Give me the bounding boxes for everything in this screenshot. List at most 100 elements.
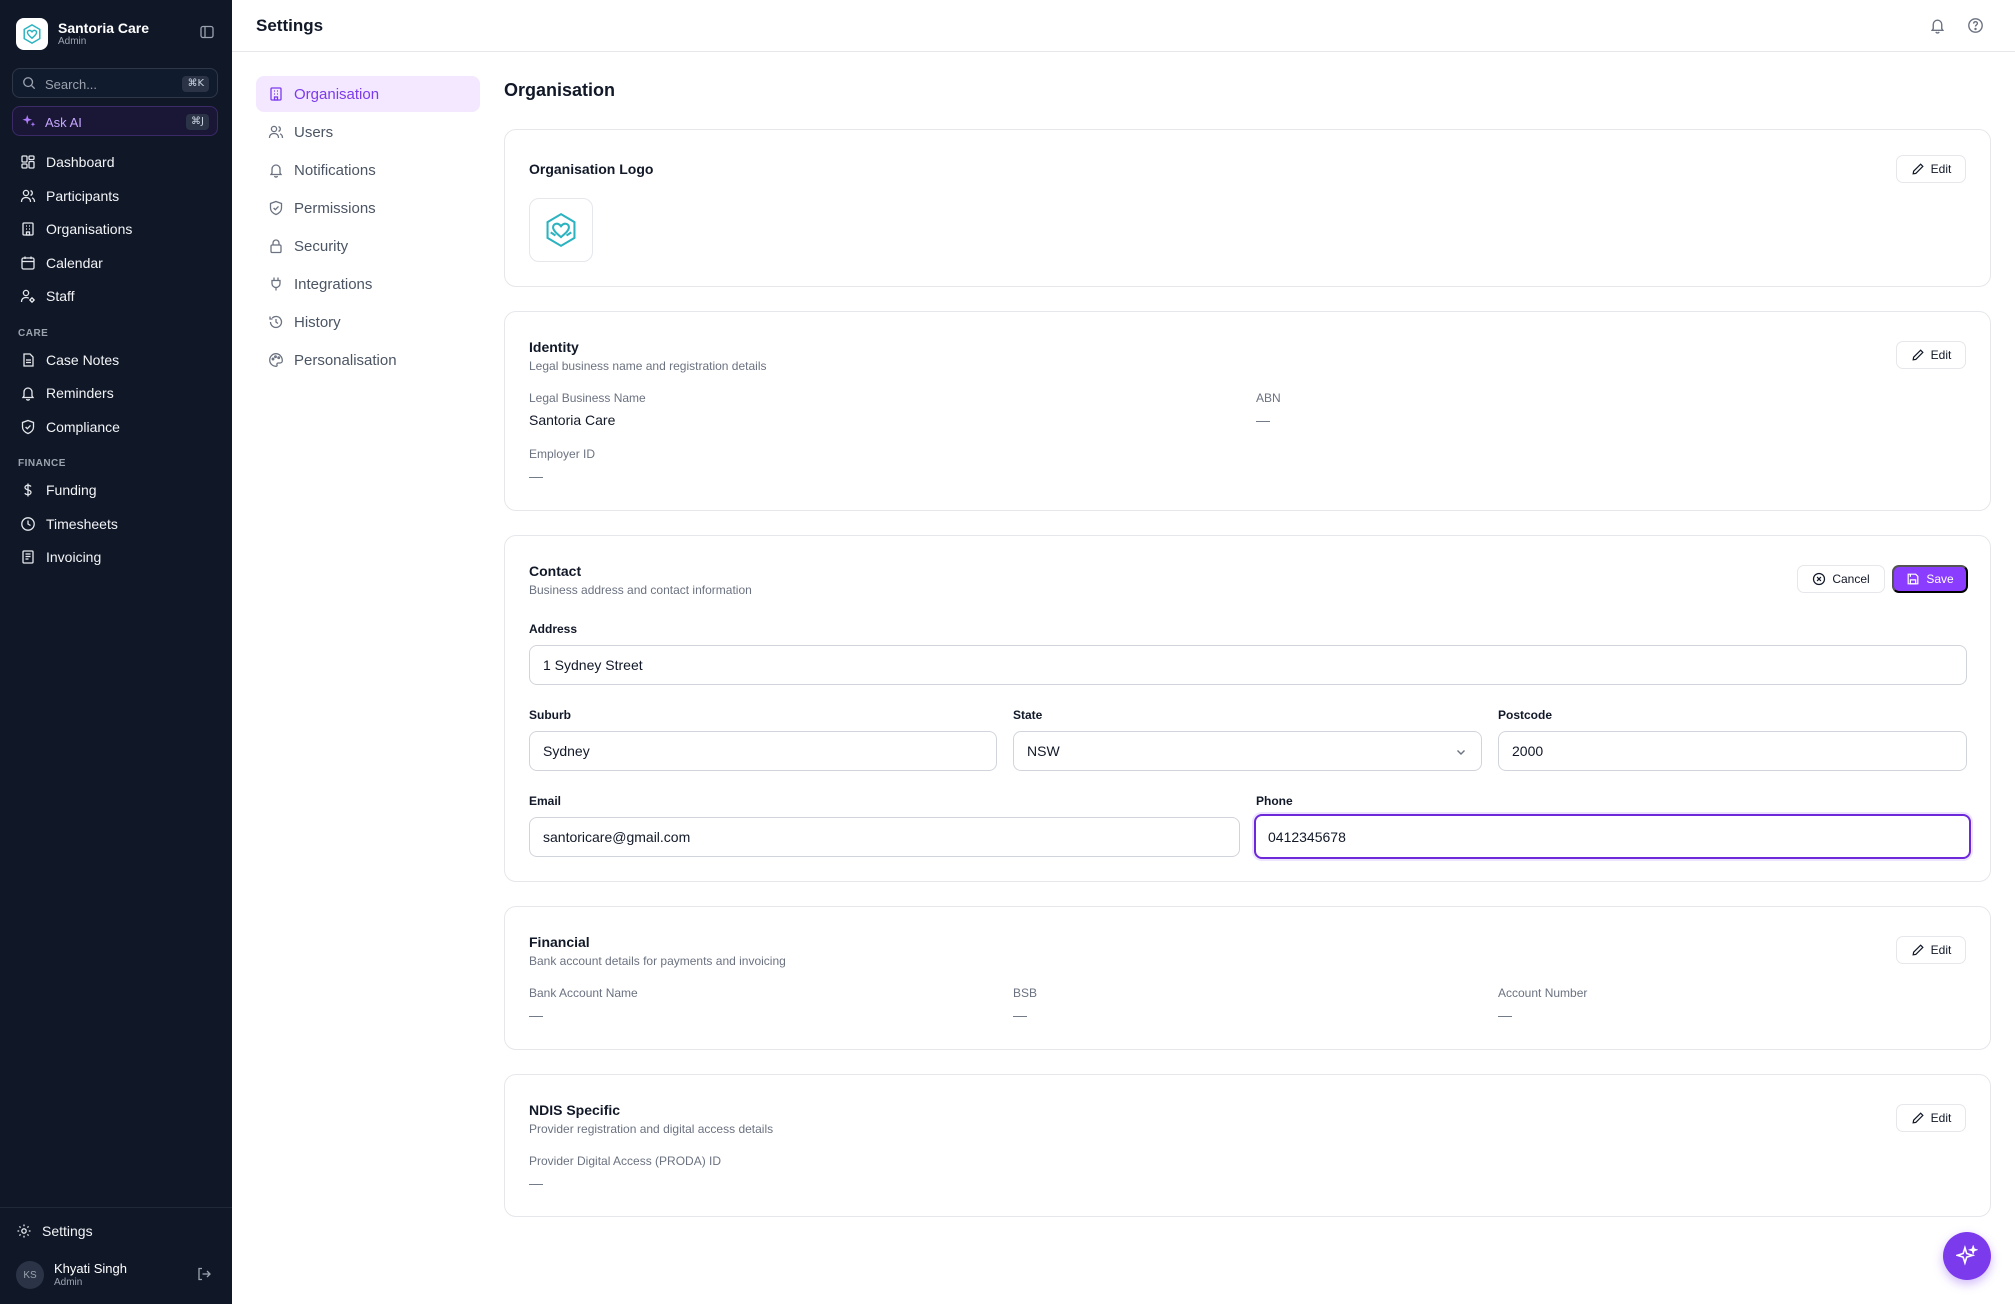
settings-nav-label: Personalisation <box>294 351 397 369</box>
sidebar-item-organisations[interactable]: Organisations <box>12 214 218 244</box>
gear-icon <box>16 1223 32 1239</box>
card-title: Identity <box>529 339 579 355</box>
sidebar-item-reminders[interactable]: Reminders <box>12 378 218 408</box>
sidebar-item-label: Reminders <box>46 385 114 401</box>
plug-icon <box>268 276 284 292</box>
user-role: Admin <box>54 1277 83 1288</box>
settings-nav-security[interactable]: Security <box>256 228 480 264</box>
sidebar-item-staff[interactable]: Staff <box>12 281 218 311</box>
nav-section-finance: FINANCE <box>18 458 66 469</box>
user-name: Khyati Singh <box>54 1261 127 1276</box>
card-title: Financial <box>529 934 590 950</box>
edit-logo-button[interactable]: Edit <box>1896 155 1966 183</box>
settings-nav-permissions[interactable]: Permissions <box>256 190 480 226</box>
pencil-icon <box>1912 944 1924 956</box>
pencil-icon <box>1912 1112 1924 1124</box>
sparkles-icon <box>22 114 36 133</box>
sidebar-item-invoicing[interactable]: Invoicing <box>12 542 218 572</box>
sidebar-toggle-icon[interactable] <box>199 24 217 42</box>
sidebar-item-dashboard[interactable]: Dashboard <box>12 147 218 177</box>
edit-financial-button[interactable]: Edit <box>1896 936 1966 964</box>
address-label: Address <box>529 622 578 636</box>
sidebar-item-label: Invoicing <box>46 549 102 565</box>
bell-icon <box>20 385 36 401</box>
settings-nav-history[interactable]: History <box>256 304 480 340</box>
sidebar-search[interactable]: Search... ⌘K <box>12 68 218 98</box>
organisation-logo-image <box>529 198 593 262</box>
users-icon <box>268 124 284 140</box>
edit-ndis-button[interactable]: Edit <box>1896 1104 1966 1132</box>
sidebar-item-label: Timesheets <box>46 516 118 532</box>
users-icon <box>20 188 36 204</box>
sidebar-item-label: Funding <box>46 482 97 498</box>
edit-label: Edit <box>1930 162 1952 176</box>
contact-card: Contact Business address and contact inf… <box>504 535 1991 882</box>
ask-ai-button[interactable]: Ask AI ⌘J <box>12 106 218 136</box>
building-icon <box>20 221 36 237</box>
settings-nav-integrations[interactable]: Integrations <box>256 266 480 302</box>
shield-check-icon <box>20 419 36 435</box>
settings-nav-label: History <box>294 313 341 331</box>
brand[interactable]: Santoria Care Admin <box>16 18 216 50</box>
proda-id-value: — <box>529 1175 543 1191</box>
employer-id-label: Employer ID <box>529 447 596 461</box>
settings-nav-users[interactable]: Users <box>256 114 480 150</box>
card-subtitle: Bank account details for payments and in… <box>529 954 786 968</box>
edit-label: Edit <box>1930 943 1952 957</box>
sidebar-item-compliance[interactable]: Compliance <box>12 412 218 442</box>
sidebar-item-timesheets[interactable]: Timesheets <box>12 509 218 539</box>
edit-identity-button[interactable]: Edit <box>1896 341 1966 369</box>
save-button[interactable]: Save <box>1892 565 1968 593</box>
sidebar-item-label: Calendar <box>46 255 103 271</box>
settings-nav-organisation[interactable]: Organisation <box>256 76 480 112</box>
sidebar-item-label: Organisations <box>46 221 133 237</box>
employer-id-value: — <box>529 468 543 484</box>
sidebar-item-label: Staff <box>46 288 75 304</box>
abn-value: — <box>1256 412 1270 428</box>
sidebar-item-settings[interactable]: Settings <box>8 1216 214 1246</box>
ndis-card: NDIS Specific Provider registration and … <box>504 1074 1991 1217</box>
avatar[interactable]: KS <box>16 1261 44 1289</box>
email-input[interactable] <box>529 817 1240 857</box>
sidebar-item-funding[interactable]: Funding <box>12 475 218 505</box>
building-icon <box>268 86 284 102</box>
identity-card: Identity Legal business name and registr… <box>504 311 1991 511</box>
edit-label: Edit <box>1930 1111 1952 1125</box>
save-label: Save <box>1926 572 1954 586</box>
suburb-input[interactable] <box>529 731 997 771</box>
sidebar-item-case-notes[interactable]: Case Notes <box>12 345 218 375</box>
phone-input[interactable] <box>1254 814 1971 859</box>
cancel-button[interactable]: Cancel <box>1797 565 1885 593</box>
postcode-input[interactable] <box>1498 731 1967 771</box>
brand-logo-icon <box>16 18 48 50</box>
sidebar-item-participants[interactable]: Participants <box>12 181 218 211</box>
legal-name-label: Legal Business Name <box>529 391 646 405</box>
sidebar-item-label: Case Notes <box>46 352 120 368</box>
settings-nav-label: Permissions <box>294 199 376 217</box>
settings-nav-personalisation[interactable]: Personalisation <box>256 342 480 378</box>
shield-check-icon <box>268 200 284 216</box>
postcode-label: Postcode <box>1498 708 1553 722</box>
search-icon <box>22 76 36 95</box>
help-icon[interactable] <box>1967 17 1984 39</box>
address-input[interactable] <box>529 645 1967 685</box>
settings-nav-notifications[interactable]: Notifications <box>256 152 480 188</box>
bsb-label: BSB <box>1013 986 1038 1000</box>
ai-assistant-button[interactable] <box>1943 1232 1991 1280</box>
notifications-bell-icon[interactable] <box>1929 17 1946 39</box>
state-label: State <box>1013 708 1043 722</box>
settings-nav-label: Integrations <box>294 275 373 293</box>
palette-icon <box>268 352 284 368</box>
user-cog-icon <box>20 288 36 304</box>
card-subtitle: Provider registration and digital access… <box>529 1122 774 1136</box>
email-label: Email <box>529 794 562 808</box>
brand-role: Admin <box>58 36 87 47</box>
bsb-value: — <box>1013 1007 1027 1023</box>
sidebar-item-calendar[interactable]: Calendar <box>12 248 218 278</box>
logout-icon[interactable] <box>196 1266 212 1282</box>
state-select[interactable]: NSW <box>1013 731 1482 771</box>
brand-name: Santoria Care <box>58 20 150 36</box>
sidebar-divider <box>0 1207 232 1208</box>
sidebar-item-label: Dashboard <box>46 154 115 170</box>
settings-nav-label: Security <box>294 237 349 255</box>
